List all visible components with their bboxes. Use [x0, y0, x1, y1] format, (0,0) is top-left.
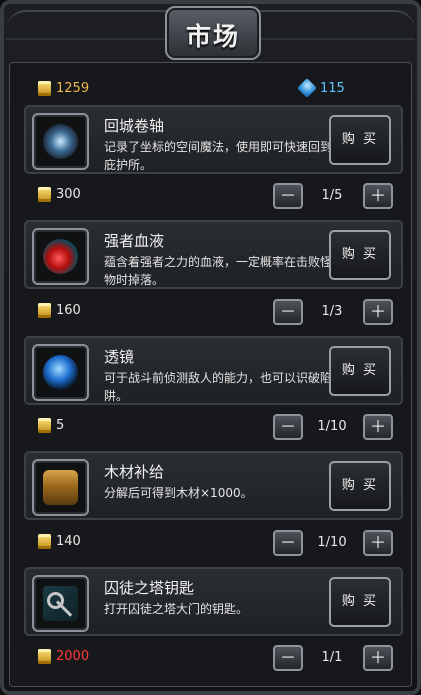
header: 市场: [0, 0, 421, 66]
price-value: 2000: [56, 649, 90, 664]
item-name: 透镜: [104, 348, 135, 366]
gold-icon: [38, 303, 51, 318]
shop-item-prison-tower-key: 囚徒之塔钥匙 打开囚徒之塔大门的钥匙。 购 买: [24, 567, 403, 636]
gold-icon: [38, 80, 51, 96]
buy-button[interactable]: 购 买: [329, 230, 391, 280]
buy-button[interactable]: 购 买: [329, 461, 391, 511]
item-description: 蕴含着强者之力的血液，一定概率在击败怪物时掉落。: [104, 255, 333, 287]
decrease-button[interactable]: －: [273, 530, 303, 556]
gold-icon: [38, 534, 51, 549]
shop-item-lens: 透镜 可于战斗前侦测敌人的能力，也可以识破陷阱。 购 买: [24, 336, 403, 405]
item-name: 强者血液: [104, 232, 165, 250]
shop-item-strong-blood: 强者血液 蕴含着强者之力的血液，一定概率在击败怪物时掉落。 购 买: [24, 220, 403, 289]
price-value: 5: [56, 418, 65, 433]
gold-icon: [38, 649, 51, 664]
buy-button[interactable]: 购 买: [329, 346, 391, 396]
item-name: 回城卷轴: [104, 117, 165, 135]
quantity-count: 1/5: [321, 188, 343, 203]
shop-item-return-scroll: 回城卷轴 记录了坐标的空间魔法，使用即可快速回到庇护所。 购 买: [24, 105, 403, 174]
price-row: 5 － 1/10 ＋: [24, 414, 399, 440]
quantity-count: 1/10: [317, 419, 347, 434]
quantity-count: 1/1: [321, 650, 343, 665]
item-name: 木材补给: [104, 463, 165, 481]
price-row: 2000 － 1/1 ＋: [24, 645, 399, 671]
chest-icon: [43, 470, 78, 505]
price-value: 160: [56, 303, 81, 318]
decrease-button[interactable]: －: [273, 645, 303, 671]
scroll-icon: [43, 124, 78, 159]
item-description: 打开囚徒之塔大门的钥匙。: [104, 602, 249, 616]
increase-button[interactable]: ＋: [363, 530, 393, 556]
lens-icon: [43, 355, 78, 390]
item-description: 记录了坐标的空间魔法，使用即可快速回到庇护所。: [104, 140, 333, 172]
increase-button[interactable]: ＋: [363, 645, 393, 671]
item-description: 分解后可得到木材×1000。: [104, 486, 253, 500]
item-icon-frame: [32, 459, 89, 516]
item-icon-frame: [32, 113, 89, 170]
item-price: 2000: [38, 649, 89, 664]
item-icon-frame: [32, 344, 89, 401]
buy-button[interactable]: 购 买: [329, 115, 391, 165]
increase-button[interactable]: ＋: [363, 414, 393, 440]
item-price: 5: [38, 418, 64, 433]
price-row: 300 － 1/5 ＋: [24, 183, 399, 209]
gold-icon: [38, 418, 51, 433]
price-value: 300: [56, 187, 81, 202]
gem-balance: 115: [297, 78, 345, 98]
quantity-count: 1/3: [321, 304, 343, 319]
price-row: 140 － 1/10 ＋: [24, 530, 399, 556]
item-icon-frame: [32, 228, 89, 285]
key-icon: [43, 586, 78, 621]
price-value: 140: [56, 534, 81, 549]
item-price: 160: [38, 303, 81, 318]
title-plate: 市场: [165, 6, 261, 60]
price-row: 160 － 1/3 ＋: [24, 299, 399, 325]
window-title: 市场: [185, 22, 240, 51]
increase-button[interactable]: ＋: [363, 299, 393, 325]
blood-drop-icon: [43, 239, 78, 274]
item-description: 可于战斗前侦测敌人的能力，也可以识破陷阱。: [104, 371, 333, 403]
quantity-count: 1/10: [317, 535, 347, 550]
shop-item-wood-supply: 木材补给 分解后可得到木材×1000。 购 买: [24, 451, 403, 520]
gem-amount: 115: [320, 80, 345, 96]
gold-balance: 1259: [38, 78, 89, 98]
item-price: 140: [38, 534, 81, 549]
buy-button[interactable]: 购 买: [329, 577, 391, 627]
gold-amount: 1259: [56, 80, 90, 96]
gem-icon: [297, 78, 317, 98]
increase-button[interactable]: ＋: [363, 183, 393, 209]
item-icon-frame: [32, 575, 89, 632]
gold-icon: [38, 187, 51, 202]
decrease-button[interactable]: －: [273, 414, 303, 440]
decrease-button[interactable]: －: [273, 183, 303, 209]
item-price: 300: [38, 187, 81, 202]
decrease-button[interactable]: －: [273, 299, 303, 325]
item-name: 囚徒之塔钥匙: [104, 579, 195, 597]
